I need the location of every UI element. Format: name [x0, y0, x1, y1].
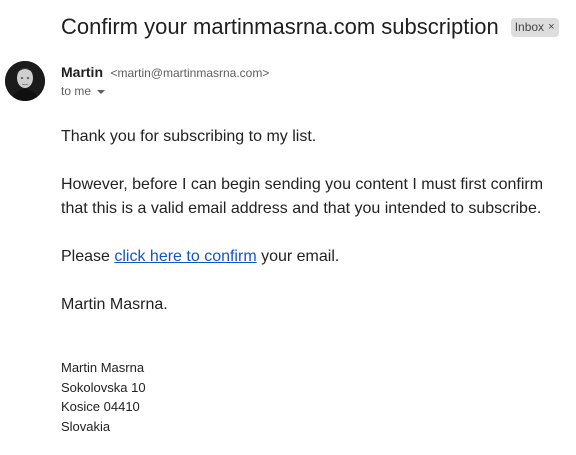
confirm-prefix: Please	[61, 248, 115, 265]
signature-street: Sokolovska 10	[61, 379, 146, 395]
sender-avatar[interactable]	[5, 61, 45, 101]
body-paragraph-2: However, before I can begin sending you …	[61, 176, 544, 217]
recipient-text: to me	[61, 84, 92, 98]
remove-label-icon[interactable]: ×	[548, 19, 554, 36]
email-body: Thank you for subscribing to my list. Ho…	[61, 125, 561, 341]
inbox-label-text: Inbox	[514, 19, 545, 34]
email-view: Confirm your martinmasrna.com subscripti…	[0, 0, 576, 455]
chevron-down-icon	[97, 90, 106, 94]
body-paragraph-1: Thank you for subscribing to my list.	[61, 128, 317, 145]
body-paragraph-3: Please click here to confirm your email.	[61, 245, 561, 269]
signature-city: Kosice 04410	[61, 399, 140, 414]
inbox-label-chip[interactable]: Inbox ×	[510, 17, 559, 37]
email-signature: Martin Masrna Sokolovska 10 Kosice 04410…	[61, 358, 146, 436]
avatar-photo	[5, 61, 45, 101]
confirm-suffix: your email.	[256, 248, 340, 265]
signature-country: Slovakia	[61, 418, 111, 434]
confirm-link[interactable]: click here to confirm	[114, 248, 256, 265]
subject-row: Confirm your martinmasrna.com subscripti…	[61, 13, 559, 41]
sender-line: Martin <martin@martinmasrna.com>	[61, 63, 269, 82]
recipient-details-toggle[interactable]: to me	[61, 83, 106, 99]
signature-name: Martin Masrna	[61, 360, 145, 375]
sender-name[interactable]: Martin	[61, 64, 103, 80]
sender-email: <martin@martinmasrna.com>	[110, 66, 270, 80]
body-closing: Martin Masrna.	[61, 296, 168, 313]
email-subject: Confirm your martinmasrna.com subscripti…	[61, 14, 499, 39]
